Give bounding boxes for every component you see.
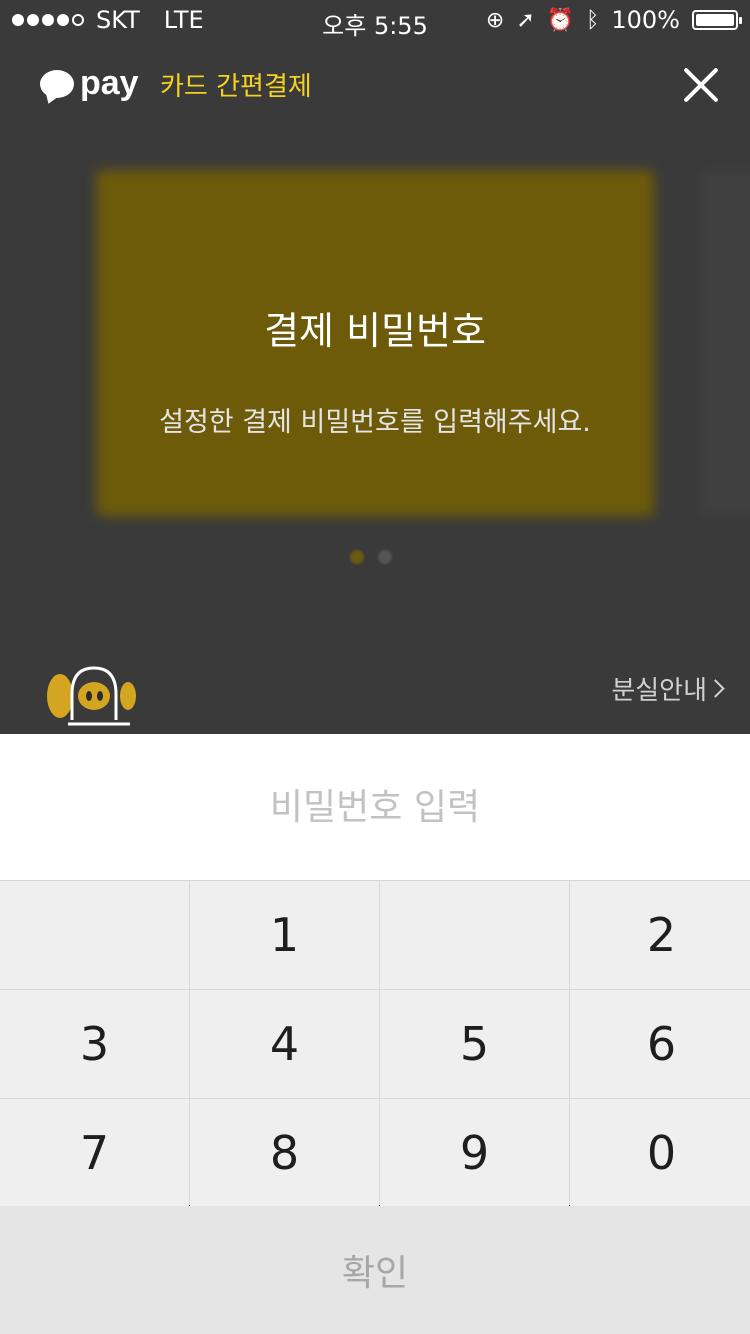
kakaopay-logo: pay: [40, 64, 139, 103]
dialog-subtitle: 설정한 결제 비밀번호를 입력해주세요.: [159, 407, 591, 438]
keypad-key[interactable]: 7: [0, 1099, 189, 1207]
card-pager: [350, 550, 392, 564]
logo-text: pay: [80, 64, 139, 102]
speech-bubble-icon: [40, 69, 74, 98]
password-input-area: [0, 734, 750, 881]
keypad-blank: [0, 881, 189, 989]
pager-dot-active: [350, 550, 364, 564]
keypad-key[interactable]: 5: [380, 990, 569, 1098]
battery-percent: 100%: [611, 6, 680, 34]
battery-fill: [696, 14, 734, 26]
status-right: ⊕ ➚ ⏰ ᛒ 100%: [485, 6, 742, 34]
character-icon: [47, 666, 136, 726]
pager-dot: [378, 550, 392, 564]
keypad-key[interactable]: 2: [570, 881, 750, 989]
keypad-blank: [380, 881, 569, 989]
keypad-key[interactable]: 1: [190, 881, 379, 989]
battery-icon: [692, 10, 742, 30]
keypad-key[interactable]: 6: [570, 990, 750, 1098]
lost-guide-link[interactable]: 분실안내: [611, 670, 725, 707]
keypad-key[interactable]: 0: [570, 1099, 750, 1207]
rotation-lock-icon: ⊕: [485, 7, 505, 33]
dialog-title: 결제 비밀번호: [264, 309, 486, 353]
chevron-right-icon: [706, 679, 725, 698]
keypad-key[interactable]: 3: [0, 990, 189, 1098]
confirm-button[interactable]: 확인: [0, 1206, 750, 1334]
lost-guide-label: 분실안내: [611, 676, 707, 706]
close-icon[interactable]: [678, 62, 724, 108]
status-bar: SKT LTE 오후 5:55 ⊕ ➚ ⏰ ᛒ 100%: [0, 0, 750, 40]
header-title: 카드 간편결제: [160, 72, 312, 102]
bluetooth-icon: ᛒ: [586, 7, 600, 33]
location-icon: ➚: [516, 7, 535, 33]
keypad-key[interactable]: 8: [190, 1099, 379, 1207]
alarm-icon: ⏰: [546, 7, 575, 33]
number-keypad: 1 2 3 4 5 6 7 8 9 0: [0, 881, 750, 1207]
keypad-key[interactable]: 9: [380, 1099, 569, 1207]
password-input[interactable]: [0, 734, 750, 880]
keypad-key[interactable]: 4: [190, 990, 379, 1098]
header: pay 카드 간편결제: [0, 50, 750, 120]
